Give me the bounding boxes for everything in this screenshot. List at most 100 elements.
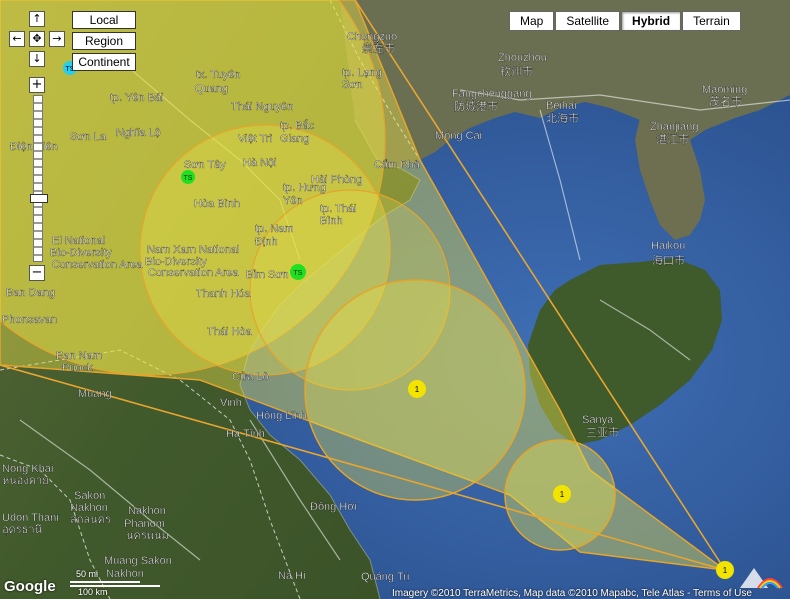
svg-text:TS: TS — [184, 175, 193, 182]
place-label: 防城港市 — [454, 99, 498, 113]
place-label: Nghĩa Lộ — [116, 127, 161, 139]
place-label: นครพนม — [126, 530, 169, 542]
zoom-out-button[interactable]: − — [29, 265, 45, 281]
place-label: Muang Sakon — [104, 555, 172, 567]
place-label: El National — [52, 235, 105, 247]
place-label: อุดรธานี — [2, 523, 43, 536]
place-label: Zhanjiang — [650, 121, 698, 133]
storm-marker-ts-3[interactable]: TS — [290, 264, 306, 280]
place-label: Việt Trì — [238, 133, 273, 145]
storm-marker-cat1-3[interactable]: 1 — [716, 561, 734, 579]
place-label: Cẩm Phả — [374, 159, 421, 171]
map-type-satellite-button[interactable]: Satellite — [555, 11, 621, 31]
place-label: 三亚市 — [586, 425, 619, 439]
google-logo[interactable]: Google — [4, 578, 56, 595]
map-type-bar: Map Satellite Hybrid Terrain — [508, 11, 741, 31]
map-type-hybrid-button[interactable]: Hybrid — [621, 11, 682, 31]
place-label: Hòa Bình — [194, 198, 240, 210]
scale-mi-bar — [70, 581, 140, 583]
zoom-continent-button[interactable]: Continent — [72, 53, 136, 71]
place-label: Nam Xam National — [147, 244, 239, 256]
zoom-slider-track[interactable] — [30, 95, 48, 262]
place-label: 北海市 — [546, 111, 579, 125]
storm-marker-cat1-1[interactable]: 1 — [408, 380, 426, 398]
place-label: Bio-Diversity — [50, 247, 112, 259]
pan-up-icon[interactable]: ↑ — [29, 11, 45, 27]
place-label: Móng Cái — [435, 130, 482, 142]
place-label: tp. Nam — [255, 223, 294, 235]
map-attribution: Imagery ©2010 TerraMetrics, Map data ©20… — [392, 588, 752, 599]
place-label: หนองคาย — [2, 475, 49, 487]
svg-text:TS: TS — [294, 270, 303, 277]
place-label: Udon Thani — [2, 512, 59, 524]
place-label: Định — [255, 236, 278, 248]
place-label: tp. Thái — [320, 203, 357, 215]
zoom-in-button[interactable]: + — [29, 77, 45, 93]
place-label: tp. Lạng — [342, 67, 382, 79]
place-label: Cửa Lò — [232, 371, 269, 383]
place-label: tp. Bắc — [280, 119, 315, 132]
place-label: Quảng Trị — [361, 571, 409, 583]
zoom-slider-ticks — [34, 96, 42, 261]
pan-left-icon[interactable]: ← — [9, 31, 25, 47]
place-label: Na Hi — [278, 570, 306, 582]
storm-marker-cat1-2[interactable]: 1 — [553, 485, 571, 503]
place-label: Beihai — [546, 100, 577, 112]
place-label: Phanom — [124, 518, 165, 530]
place-label: Ban Dang — [6, 287, 55, 299]
place-label: Zhouzhou — [498, 52, 547, 64]
place-label: 崇左市 — [362, 41, 395, 55]
place-label: 海口市 — [652, 253, 685, 267]
place-label: Nakhon — [128, 505, 166, 517]
place-label: Sơn La — [70, 131, 107, 143]
place-label: Thanh Hóa — [196, 288, 251, 300]
svg-text:1: 1 — [560, 490, 565, 499]
place-label: Vinh — [220, 397, 242, 409]
scale-mi-label: 50 mi — [76, 569, 99, 579]
zoom-region-button[interactable]: Region — [72, 32, 136, 50]
place-label: Sơn — [342, 79, 363, 91]
place-label: Nong Khai — [2, 463, 53, 475]
place-label: Thái Hòa — [207, 326, 253, 338]
place-label: 茂名市 — [709, 94, 742, 108]
place-label: Hồng Lĩnh — [256, 410, 307, 422]
svg-text:1: 1 — [415, 385, 420, 394]
place-label: Giang — [280, 133, 309, 145]
place-label: Đồng Hới — [310, 501, 357, 513]
map-type-terrain-button[interactable]: Terrain — [682, 11, 741, 31]
place-label: Fangchenggang — [452, 88, 532, 100]
place-label: Hà Tĩnh — [226, 428, 265, 440]
place-label: tp. Yên Bái — [110, 92, 164, 104]
place-label: Haikou — [651, 240, 685, 252]
place-label: สกลนคร — [70, 514, 111, 526]
place-label: tx. Tuyên — [196, 69, 241, 81]
place-label: Phonsavan — [2, 314, 57, 326]
place-label: Ban Nam — [56, 350, 102, 362]
place-label: Chongzuo — [347, 31, 397, 43]
place-label: Muang — [78, 388, 112, 400]
provider-logo-icon — [740, 568, 783, 589]
place-label: Sakon — [74, 490, 105, 502]
place-label: Conservation Area — [148, 267, 239, 279]
scale-bar: 50 mi 100 km — [70, 569, 165, 599]
place-label: tp. Hưng — [283, 182, 326, 194]
svg-text:1: 1 — [723, 566, 728, 575]
place-label: Conservation Area — [52, 259, 143, 271]
place-label: Bình — [320, 215, 343, 227]
place-label: Yên — [283, 195, 303, 207]
place-label: Nakhon — [70, 502, 108, 514]
pan-center-icon[interactable]: ✥ — [29, 31, 45, 47]
zoom-local-button[interactable]: Local — [72, 11, 136, 29]
map-type-map-button[interactable]: Map — [509, 11, 555, 31]
zoom-slider-handle[interactable] — [30, 194, 48, 203]
place-label: Quang — [195, 83, 228, 95]
place-label: 钦州市 — [500, 64, 533, 78]
scale-km-label: 100 km — [78, 587, 108, 597]
place-label: Hà Nội — [243, 157, 277, 169]
place-label: Thái Nguyên — [231, 101, 293, 113]
pan-right-icon[interactable]: → — [49, 31, 65, 47]
place-label: Maoming — [702, 84, 747, 96]
storm-marker-ts-2[interactable]: TS — [181, 170, 195, 184]
map-canvas[interactable]: TS TS TS 1 1 1 Chongzuo崇左市tp. LạngSơntx.… — [0, 0, 790, 599]
pan-down-icon[interactable]: ↓ — [29, 51, 45, 67]
